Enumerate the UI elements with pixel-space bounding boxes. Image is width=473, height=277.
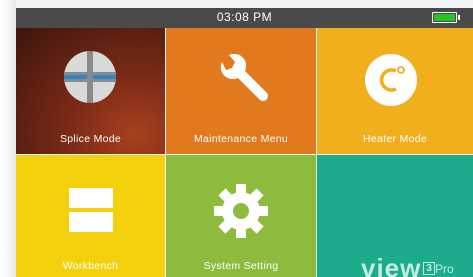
- tile-workbench[interactable]: Workbench: [16, 155, 165, 277]
- clock: 03:08 PM: [216, 10, 273, 24]
- tile-splice-mode[interactable]: Splice Mode: [16, 28, 165, 154]
- tile-heater-mode[interactable]: Heater Mode: [317, 28, 473, 154]
- tile-label: System Setting: [203, 260, 279, 272]
- tile-label: Heater Mode: [363, 133, 427, 145]
- wrench-icon: [220, 54, 268, 101]
- workbench-icon: [69, 188, 113, 232]
- celsius-icon: [365, 54, 417, 106]
- gear-icon: [214, 184, 268, 238]
- tile-label: Splice Mode: [59, 133, 122, 145]
- tile-label: Workbench: [62, 260, 119, 272]
- status-bar: 03:08 PM: [16, 8, 473, 28]
- fiber-splice-icon: [64, 51, 116, 103]
- tile-system-setting[interactable]: System Setting: [166, 155, 316, 277]
- brand-logo: view 3 Pro: [361, 253, 454, 277]
- brand-tile: view 3 Pro: [317, 155, 473, 277]
- tile-maintenance-menu[interactable]: Maintenance Menu: [166, 28, 316, 154]
- battery-full-icon: [432, 12, 460, 23]
- tile-label: Maintenance Menu: [193, 133, 289, 145]
- device-bezel: [0, 0, 16, 277]
- home-screen: 03:08 PM Splice Mode Maintenance Menu He…: [0, 0, 473, 277]
